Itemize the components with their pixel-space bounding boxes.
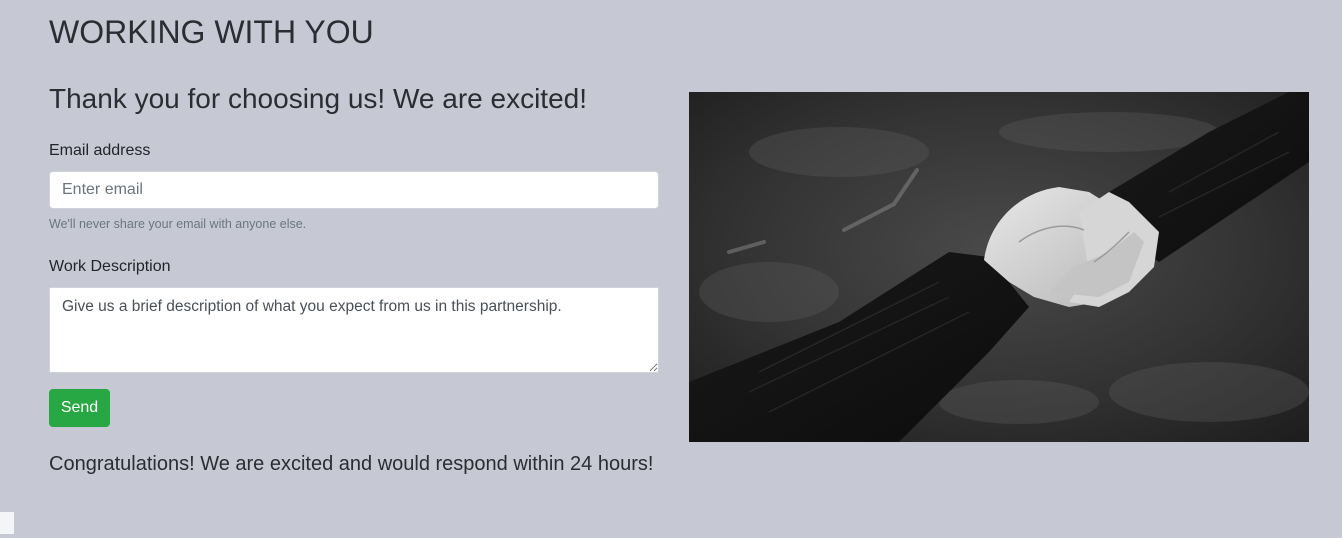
description-label: Work Description <box>49 258 171 275</box>
hands-holding-photo <box>689 92 1309 442</box>
email-field[interactable] <box>49 171 659 209</box>
confirmation-message: Congratulations! We are excited and woul… <box>49 453 654 475</box>
contact-form: Thank you for choosing us! We are excite… <box>49 80 659 478</box>
email-label: Email address <box>49 142 151 159</box>
corner-square <box>0 512 14 534</box>
page-title: WORKING WITH YOU <box>49 14 374 50</box>
send-button[interactable]: Send <box>49 389 110 427</box>
description-textarea[interactable] <box>49 287 659 373</box>
form-heading: Thank you for choosing us! We are excite… <box>49 83 587 114</box>
email-help-text: We'll never share your email with anyone… <box>49 217 307 231</box>
